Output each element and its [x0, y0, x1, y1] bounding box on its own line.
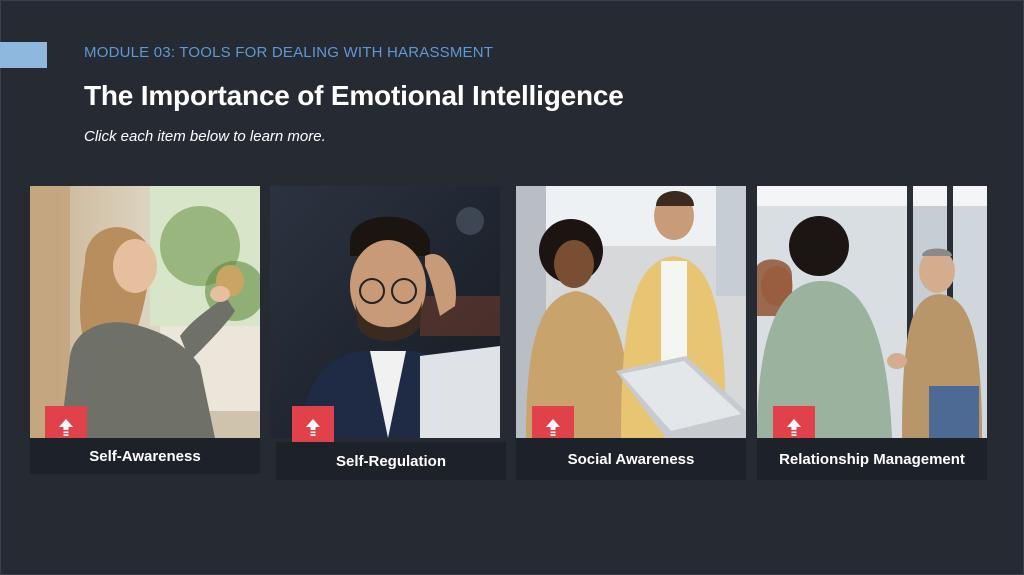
card-photo: [757, 186, 987, 438]
card-label: Self-Regulation: [276, 442, 506, 480]
instruction-text: Click each item below to learn more.: [84, 128, 326, 145]
module-label: MODULE 03: TOOLS FOR DEALING WITH HARASS…: [84, 44, 494, 61]
card-photo: [516, 186, 746, 438]
card-social-awareness[interactable]: Social Awareness: [516, 186, 746, 480]
card-label: Relationship Management: [757, 438, 987, 480]
card-label: Social Awareness: [516, 438, 746, 480]
accent-bar: [0, 42, 47, 68]
card-photo: [270, 186, 500, 438]
card-label: Self-Awareness: [30, 438, 260, 474]
page-title: The Importance of Emotional Intelligence: [84, 80, 624, 111]
card-photo: [30, 186, 260, 438]
card-relationship-management[interactable]: Relationship Management: [757, 186, 987, 480]
card-self-awareness[interactable]: Self-Awareness: [30, 186, 260, 474]
card-self-regulation[interactable]: Self-Regulation: [270, 186, 506, 480]
